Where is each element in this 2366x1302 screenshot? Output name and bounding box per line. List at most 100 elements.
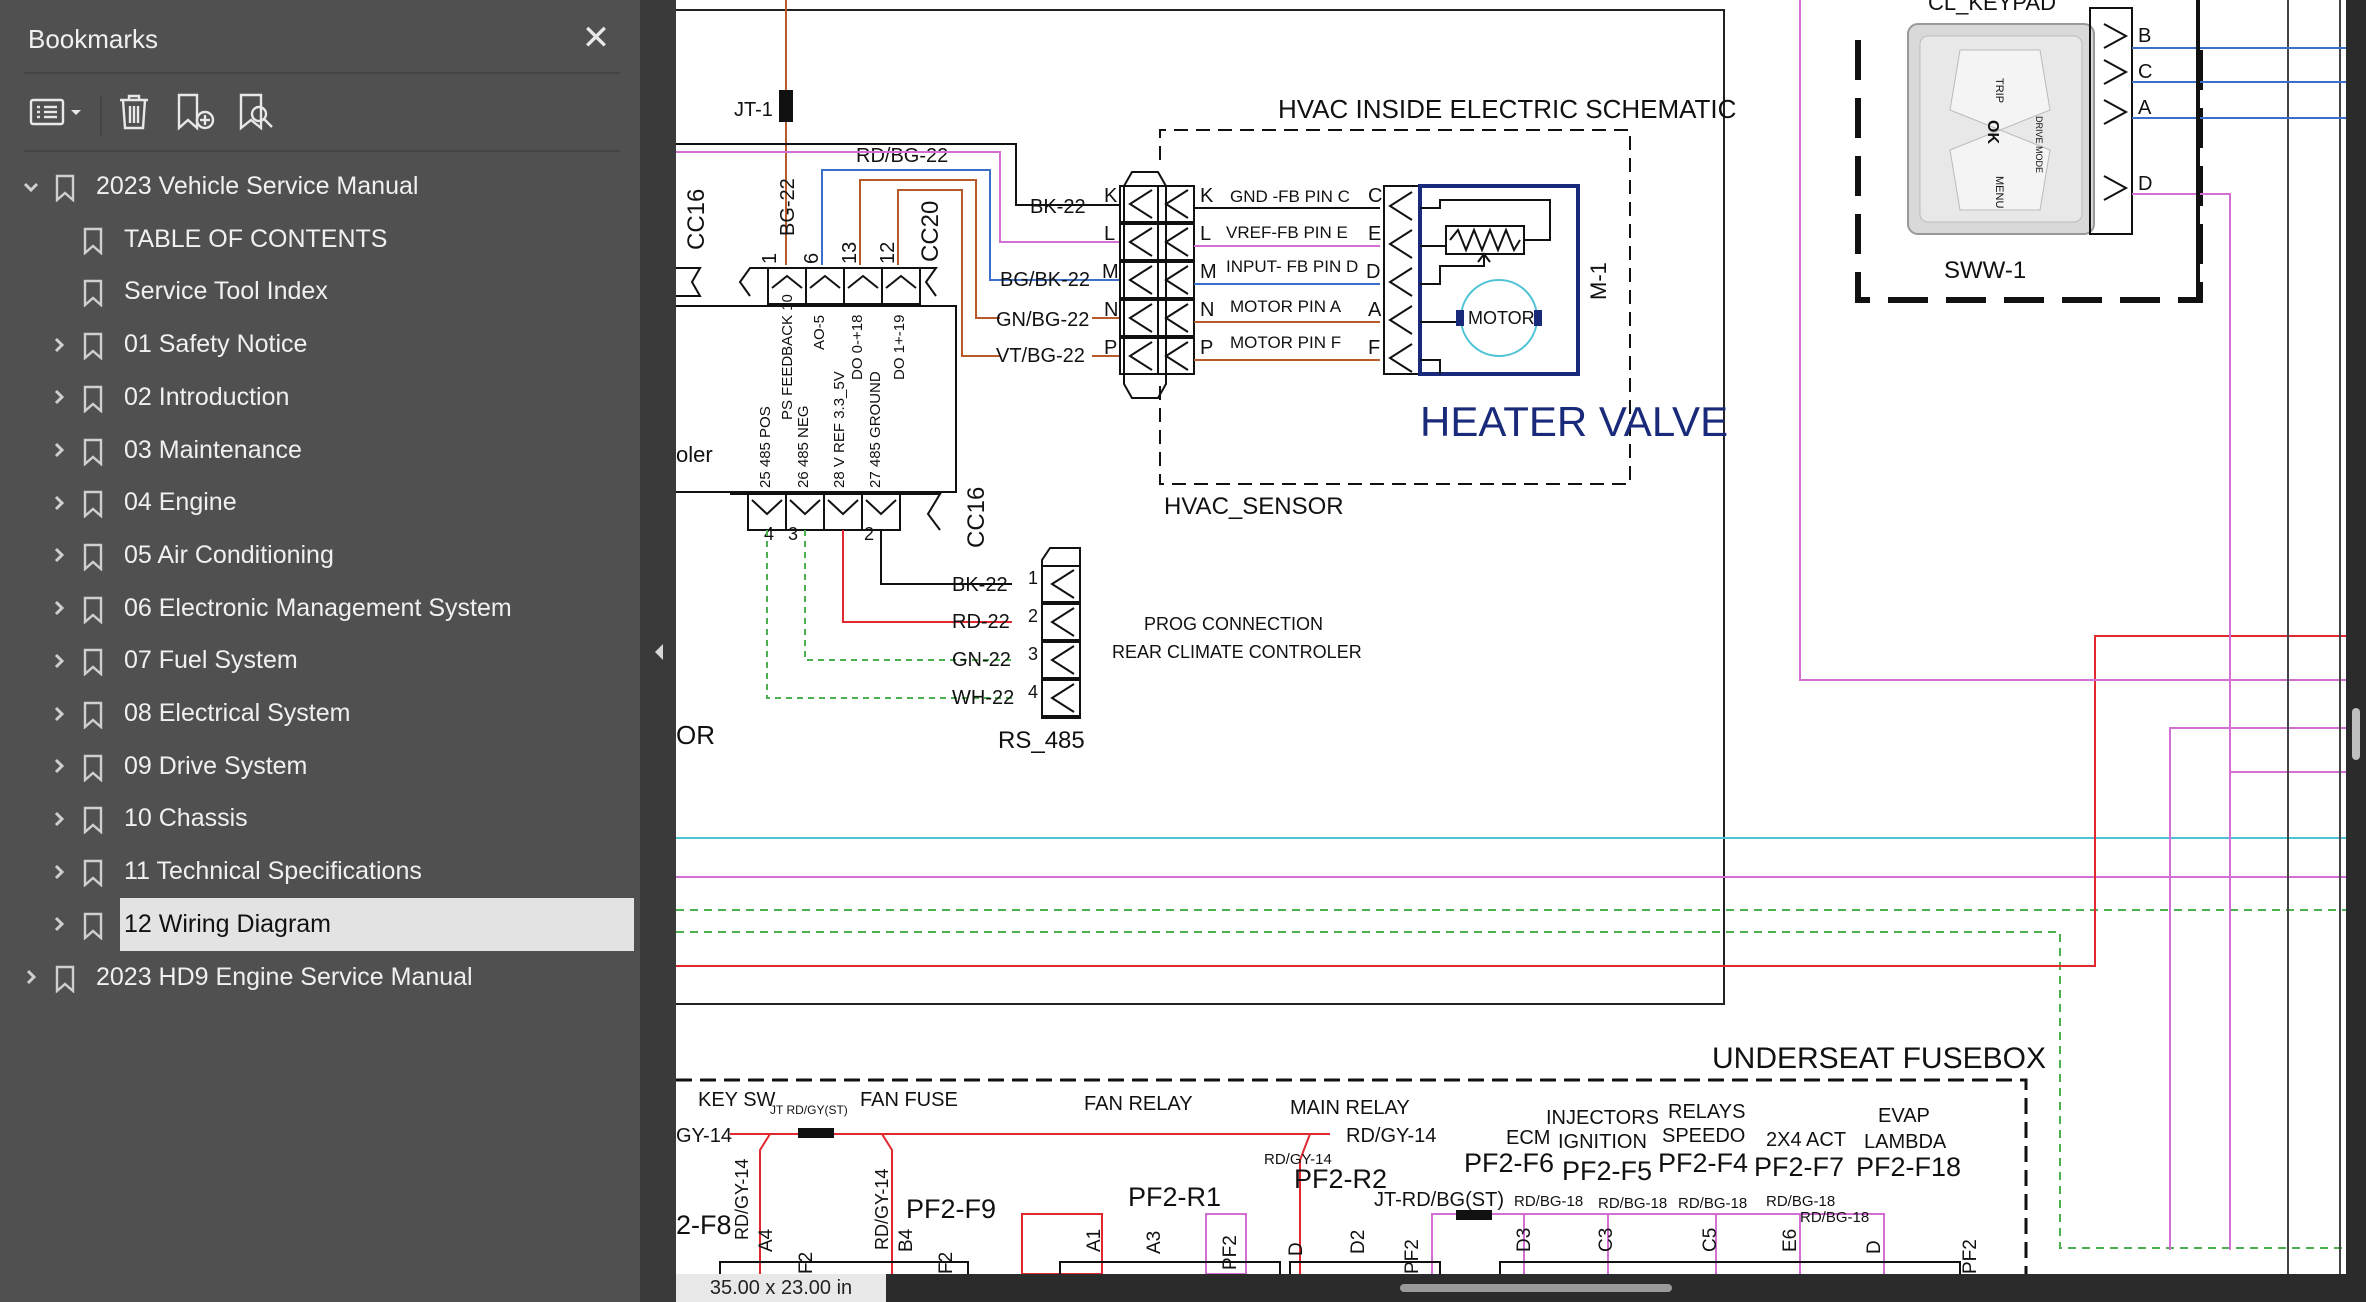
chevron-right-icon[interactable]	[44, 529, 74, 582]
fb-pin: E6	[1780, 1229, 1801, 1252]
left-conn-letters: K L M N P	[1102, 185, 1119, 359]
bookmark-item[interactable]: Service Tool Index	[0, 265, 640, 318]
wire	[897, 189, 1000, 357]
chevron-right-icon[interactable]	[44, 476, 74, 529]
bookmark-label: 10 Chassis	[124, 804, 248, 833]
close-icon[interactable]: ✕	[578, 20, 614, 56]
fusebox-terminals	[719, 1261, 1961, 1274]
bookmark-item[interactable]: 09 Drive System	[0, 740, 640, 793]
fb-jt-rdbg: JT-RD/BG(ST)	[1374, 1189, 1504, 1211]
chevron-down-icon[interactable]	[16, 160, 46, 213]
chevron-right-icon[interactable]	[44, 792, 74, 845]
junction	[798, 1128, 834, 1138]
fb-pin: C3	[1596, 1228, 1617, 1252]
fb-gy14: GY-14	[676, 1125, 732, 1147]
pin-num: 4	[764, 524, 774, 544]
panel-title: Bookmarks	[28, 24, 159, 54]
bookmark-item[interactable]: 05 Air Conditioning	[0, 529, 640, 582]
chevron-right-icon[interactable]	[16, 951, 46, 1004]
delete-bookmark-button[interactable]	[112, 92, 156, 136]
bookmark-item[interactable]: 07 Fuel System	[0, 634, 640, 687]
conn-letter: A	[1368, 299, 1382, 321]
mid-row-label: VREF-FB PIN E	[1226, 223, 1348, 242]
pin-num: 2	[1028, 606, 1038, 626]
fb-pin: A3	[1144, 1231, 1165, 1254]
bookmark-item[interactable]: 08 Electrical System	[0, 687, 640, 740]
bookmark-icon	[82, 332, 104, 361]
bookmark-item[interactable]: 2023 HD9 Engine Service Manual	[0, 951, 640, 1004]
motor-terminal	[1456, 310, 1464, 326]
bookmark-icon	[82, 754, 104, 783]
fb-rdbg18: RD/BG-18	[1678, 1195, 1747, 1212]
fb-pin: B4	[896, 1228, 917, 1252]
horizontal-scroll-thumb[interactable]	[1400, 1284, 1672, 1292]
bookmark-icon	[82, 701, 104, 730]
motor-label: MOTOR	[1468, 308, 1535, 328]
fb-f4: PF2-F4	[1658, 1148, 1748, 1178]
bookmark-item[interactable]: 03 Maintenance	[0, 424, 640, 477]
pin-num: 3	[788, 524, 798, 544]
bookmark-item[interactable]: TABLE OF CONTENTS	[0, 213, 640, 266]
chevron-right-icon[interactable]	[44, 424, 74, 477]
rs-pin-numbers: 1 2 3 4	[1028, 568, 1038, 702]
bookmark-item[interactable]: 12 Wiring Diagram	[0, 897, 640, 951]
pin-label: 28 V REF 3.3_5V	[831, 371, 848, 488]
options-menu-button[interactable]	[24, 92, 90, 136]
pin-num: 1	[1028, 568, 1038, 588]
chevron-right-icon[interactable]	[44, 845, 74, 898]
pin-num: 12	[877, 242, 899, 264]
bookmark-label: TABLE OF CONTENTS	[124, 224, 388, 253]
toolbar-divider	[100, 96, 102, 136]
vertical-scrollbar[interactable]	[2346, 0, 2366, 1302]
pin-num: 13	[839, 242, 861, 264]
bookmark-label: 2023 HD9 Engine Service Manual	[96, 962, 473, 991]
bookmark-item[interactable]: 06 Electronic Management System	[0, 582, 640, 635]
connector-body	[738, 267, 938, 297]
bookmark-icon	[82, 806, 104, 836]
add-bookmark-button[interactable]	[170, 92, 220, 136]
chevron-right-icon[interactable]	[44, 371, 74, 424]
fb-ecm: ECM	[1506, 1127, 1550, 1149]
chevron-right-icon[interactable]	[44, 740, 74, 793]
chevron-right-icon[interactable]	[44, 582, 74, 635]
bookmark-item[interactable]: 01 Safety Notice	[0, 318, 640, 371]
vertical-scroll-thumb[interactable]	[2352, 708, 2360, 760]
bookmarks-panel: Bookmarks ✕ 2023 Vehicle Service Manual T…	[0, 0, 640, 1302]
chevron-right-icon[interactable]	[44, 634, 74, 687]
bookmark-icon	[54, 174, 76, 203]
wire	[2169, 727, 2346, 1250]
wire-vt-bg-22: VT/BG-22	[996, 345, 1085, 367]
bookmark-item[interactable]: 02 Introduction	[0, 371, 640, 424]
mid-row-label: MOTOR PIN F	[1230, 333, 1341, 352]
find-bookmark-button[interactable]	[232, 92, 282, 136]
collapse-panel-icon[interactable]	[652, 642, 666, 662]
bookmark-item[interactable]: 04 Engine	[0, 476, 640, 529]
fb-mainrelay: MAIN RELAY	[1290, 1097, 1410, 1119]
bookmark-item[interactable]: 2023 Vehicle Service Manual	[0, 160, 640, 213]
pin-num: 2	[864, 524, 874, 544]
pin-label: 27 485 GROUND	[867, 371, 884, 488]
conn-letter: K	[1104, 185, 1118, 207]
bookmark-item[interactable]: 10 Chassis	[0, 792, 640, 845]
bookmark-label: 07 Fuel System	[124, 646, 298, 675]
sww-label: SWW-1	[1944, 257, 2026, 284]
wire	[821, 169, 1120, 281]
right-conn-letters: C E D A F	[1366, 185, 1382, 359]
keypad-image: TRIP OK DRIVE MODE MENU	[1907, 23, 2095, 235]
bookmark-item[interactable]: 11 Technical Specifications	[0, 845, 640, 898]
fb-rel1: RELAYS	[1668, 1101, 1745, 1123]
options-icon	[29, 97, 85, 132]
fb-rdgy14-v1: RD/GY-14	[732, 1159, 752, 1240]
page-size-indicator: 35.00 x 23.00 in	[676, 1274, 886, 1302]
bookmark-label: 01 Safety Notice	[124, 330, 308, 359]
fb-pin-labels: A4 F2 B4 F2 A1 A3 PF2 D D2 PF2 D3 C3 C5 …	[756, 1228, 1981, 1274]
bookmark-label: 02 Introduction	[124, 382, 290, 411]
chevron-right-icon[interactable]	[44, 898, 74, 951]
fb-evap1: EVAP	[1878, 1105, 1930, 1127]
chevron-right-icon[interactable]	[44, 687, 74, 740]
conn-letter: M	[1102, 261, 1119, 283]
mid-row-label: MOTOR PIN A	[1230, 297, 1342, 316]
fb-rdbg18: RD/BG-18	[1514, 1193, 1583, 1210]
chevron-right-icon[interactable]	[44, 318, 74, 371]
bookmark-label: 03 Maintenance	[124, 435, 302, 464]
